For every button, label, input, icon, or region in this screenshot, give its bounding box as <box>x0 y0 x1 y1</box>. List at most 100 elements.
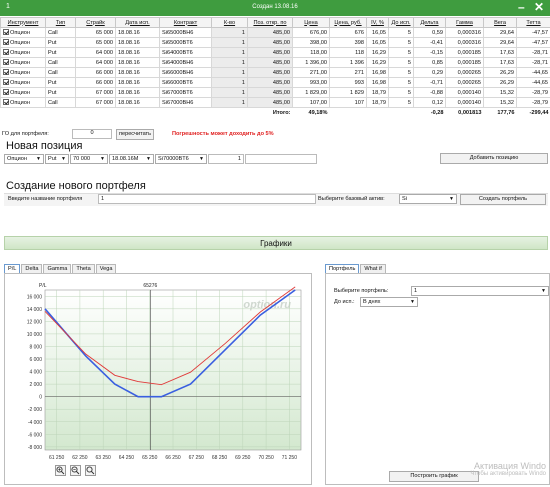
column-header[interactable]: Цена, руб. <box>329 17 367 28</box>
build-chart-button[interactable]: Построить график <box>389 471 479 482</box>
totals-cell: 0,001813 <box>458 109 482 116</box>
column-header[interactable]: Тип <box>45 17 76 28</box>
y-axis-label: P/L <box>39 283 47 289</box>
totals-cell <box>76 108 116 118</box>
row-checkbox[interactable] <box>3 39 9 45</box>
table-cell: -28,79 <box>516 87 550 98</box>
table-row[interactable]: Опцион Call 65 000 18.08.16 Si65000BH6 1 485,0… <box>0 27 550 38</box>
table-cell: 16,05 <box>366 27 389 38</box>
column-header[interactable]: Гамма <box>445 17 484 28</box>
expiry-select[interactable]: В днях ▼ <box>360 297 418 307</box>
type-select[interactable]: Put ▼ <box>45 154 69 164</box>
table-cell: 0,000265 <box>445 67 484 78</box>
column-header[interactable]: К-во <box>211 17 248 28</box>
table-cell: Опцион <box>0 67 46 78</box>
type-value: Put <box>48 156 57 162</box>
table-cell: Опцион <box>0 87 46 98</box>
tab-vega[interactable]: Vega <box>95 264 117 273</box>
totals-cell: -299,44 <box>529 109 549 116</box>
cell-text: 0,000140 <box>457 89 481 96</box>
zoom-reset-icon[interactable] <box>85 465 96 476</box>
row-checkbox[interactable] <box>3 69 9 75</box>
column-header[interactable]: Вега <box>483 17 517 28</box>
positions-table: Инструмент Тип Страйк Дата исп. Контракт К-во… <box>0 17 550 118</box>
cell-text: -47,57 <box>532 39 548 46</box>
column-header[interactable]: Инструмент <box>0 17 46 28</box>
zoom-out-icon[interactable] <box>70 465 81 476</box>
base-asset-select[interactable]: Si ▼ <box>399 194 457 204</box>
cell-text: 1 <box>241 49 245 56</box>
table-cell: Опцион <box>0 57 46 68</box>
cell-text: 67 000 <box>95 89 113 96</box>
tab-pl[interactable]: P/L <box>4 264 21 273</box>
row-checkbox[interactable] <box>3 59 9 65</box>
table-cell: 67 000 <box>75 97 116 108</box>
column-header[interactable]: До исп. <box>388 17 414 28</box>
tab-gamma[interactable]: Gamma <box>43 264 72 273</box>
column-header[interactable]: Цена <box>292 17 330 28</box>
tab-theta[interactable]: Theta <box>72 264 95 273</box>
table-cell: 0,000140 <box>445 87 484 98</box>
table-cell: Call <box>45 67 76 78</box>
cell-text: 993,00 <box>309 79 327 86</box>
qty-field[interactable]: 1 <box>208 154 244 164</box>
portfolio-select[interactable]: 1 ▼ <box>411 286 549 296</box>
add-position-button[interactable]: Добавить позицию <box>440 153 548 164</box>
row-checkbox[interactable] <box>3 49 9 55</box>
instrument-select[interactable]: Опцион ▼ <box>4 154 44 164</box>
table-cell: 65 000 <box>75 37 116 48</box>
tab-delta[interactable]: Delta <box>21 264 43 273</box>
column-header[interactable]: Дельта <box>413 17 446 28</box>
activation-line2: Чтобы активировать Windo <box>470 471 546 477</box>
cell-text: 0,000265 <box>457 69 481 76</box>
strike-select[interactable]: 70 000 ▼ <box>70 154 108 164</box>
table-row[interactable]: Опцион Put 67 000 18.08.16 Si67000BT6 1 485,00… <box>0 87 550 98</box>
date-value: 18.08.16M <box>112 156 139 162</box>
table-cell: -0,41 <box>413 37 446 48</box>
zoom-in-icon[interactable] <box>55 465 66 476</box>
table-cell: Опцион <box>0 47 46 58</box>
recalc-button[interactable]: пересчитать <box>116 129 154 140</box>
table-row[interactable]: Опцион Call 66 000 18.08.16 Si66000BH6 1 485,0… <box>0 67 550 78</box>
table-cell: -47,57 <box>516 27 550 38</box>
table-row[interactable]: Опцион Call 67 000 18.08.16 Si67000BH6 1 485,0… <box>0 97 550 108</box>
cell-text: 1 <box>241 39 245 46</box>
column-header[interactable]: IV, % <box>366 17 389 28</box>
table-row[interactable]: Опцион Put 64 000 18.08.16 Si64000BT6 1 485,00… <box>0 47 550 58</box>
go-value: 0 <box>90 130 94 136</box>
y-tick-label: 6 000 <box>29 357 42 363</box>
cell-text: Put <box>48 89 57 96</box>
cell-text: 18.08.16 <box>118 59 140 66</box>
extra-field[interactable] <box>245 154 317 164</box>
table-cell: 15,32 <box>483 97 517 108</box>
cell-text: 18,79 <box>372 89 386 96</box>
row-checkbox[interactable] <box>3 79 9 85</box>
close-icon[interactable]: ✕ <box>534 0 544 15</box>
table-row[interactable]: Опцион Call 64 000 18.08.16 Si64000BH6 1 485,0… <box>0 57 550 68</box>
cell-text: Si66000BH6 <box>162 69 194 76</box>
cell-text: Put <box>48 79 57 86</box>
cell-text: 1 829 <box>350 89 364 96</box>
column-header[interactable]: Тетта <box>516 17 550 28</box>
row-checkbox[interactable] <box>3 29 9 35</box>
cell-text: 26,29 <box>500 79 514 86</box>
column-header[interactable]: Поз. откр. по <box>247 17 293 28</box>
go-value-field[interactable]: 0 <box>72 129 112 139</box>
tab-portfolio[interactable]: Портфель <box>325 264 360 273</box>
cell-text: Si65000BH6 <box>162 29 194 36</box>
date-select[interactable]: 18.08.16M ▼ <box>109 154 154 164</box>
cell-text: 107,00 <box>309 99 327 106</box>
tab-what-if[interactable]: What if <box>360 264 386 273</box>
create-portfolio-button[interactable]: Создать портфель <box>460 194 546 205</box>
column-header[interactable]: Страйк <box>75 17 116 28</box>
row-checkbox[interactable] <box>3 99 9 105</box>
chart-tabs: P/L Delta Gamma Theta Vega <box>4 264 117 273</box>
portfolio-name-input[interactable]: 1 <box>98 194 316 204</box>
column-header[interactable]: Контракт <box>159 17 212 28</box>
minimize-icon[interactable]: – <box>518 0 525 15</box>
table-row[interactable]: Опцион Put 65 000 18.08.16 Si65000BT6 1 485,00… <box>0 37 550 48</box>
column-header[interactable]: Дата исп. <box>115 17 160 28</box>
row-checkbox[interactable] <box>3 89 9 95</box>
contract-select[interactable]: Si70000BT6 ▼ <box>155 154 207 164</box>
table-row[interactable]: Опцион Put 66 000 18.08.16 Si66000BT6 1 485,00… <box>0 77 550 88</box>
